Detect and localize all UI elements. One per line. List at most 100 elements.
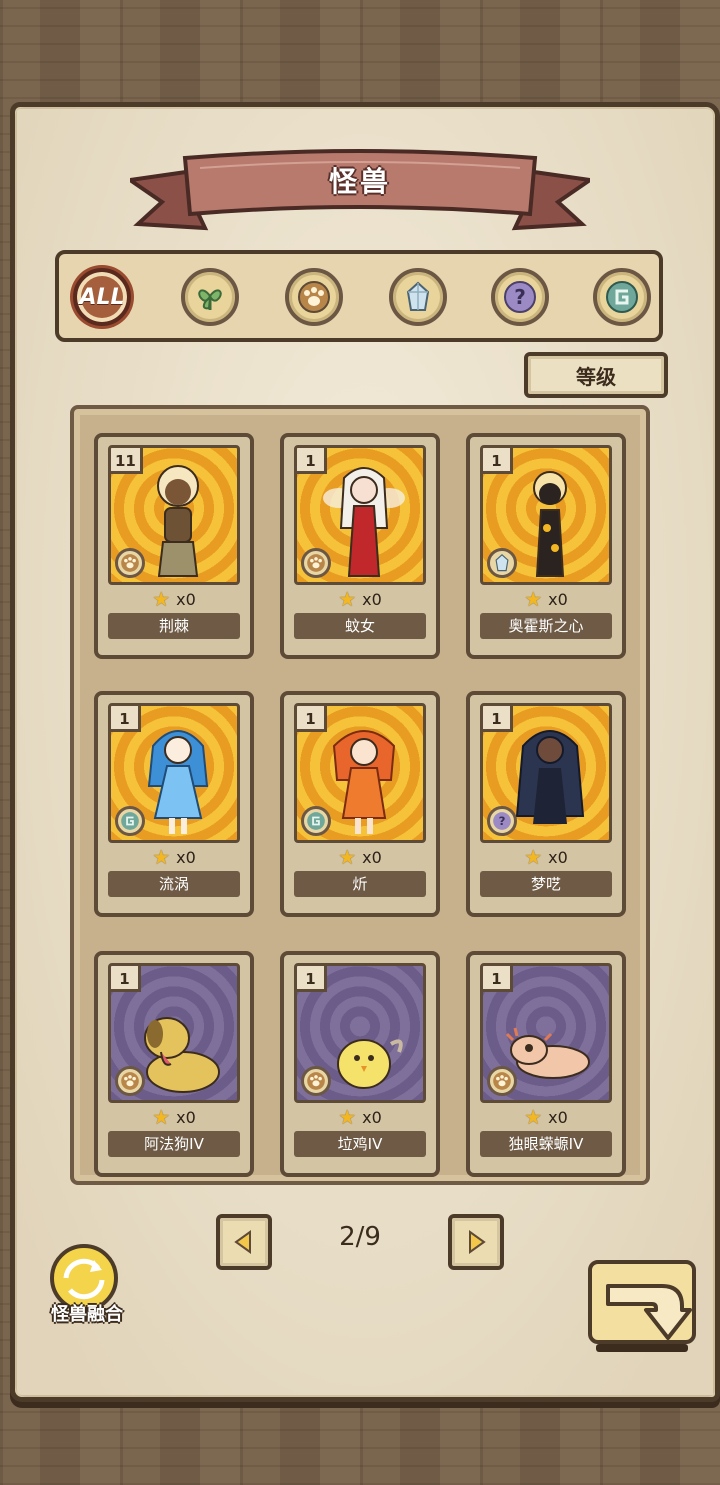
card-count-row: ★ x0 <box>470 587 622 611</box>
card-art: 11 <box>108 445 240 585</box>
fusion-label: 怪兽融合 <box>51 1304 123 1325</box>
monster-fusion-button[interactable]: 怪兽融合 <box>36 1240 132 1336</box>
triangle-left-icon <box>234 1230 251 1254</box>
card-count-row: ★ x0 <box>470 845 622 869</box>
card-art: 1 <box>294 963 426 1103</box>
card-name: 奥霍斯之心 <box>480 613 612 639</box>
card-type-badge <box>115 806 145 836</box>
swirl-icon <box>307 812 325 830</box>
return-arrow-icon <box>588 1260 696 1352</box>
card-count: x0 <box>362 1107 382 1127</box>
monster-portrait <box>157 465 199 577</box>
card-art: 1 <box>108 963 240 1103</box>
card-count-row: ★ x0 <box>470 1105 622 1129</box>
filter-bar: ALL ? <box>55 250 663 342</box>
card-count-row: ★ x0 <box>98 1105 250 1129</box>
monster-card[interactable]: 1 ★ x0 流涡 <box>94 691 254 917</box>
question-icon: ? <box>504 281 536 313</box>
card-type-badge <box>487 548 517 578</box>
card-count-row: ★ x0 <box>284 587 436 611</box>
monster-card[interactable]: 1 ? ★ x0 梦呓 <box>466 691 626 917</box>
monster-card[interactable]: 1 ★ x0 炘 <box>280 691 440 917</box>
page-title: 怪兽 <box>328 165 391 198</box>
card-level: 1 <box>483 448 513 474</box>
leaf-icon <box>198 289 222 310</box>
crystal-icon <box>495 553 509 572</box>
card-level: 1 <box>297 448 327 474</box>
card-level: 1 <box>111 706 141 732</box>
monster-portrait <box>147 730 209 834</box>
card-count: x0 <box>176 847 196 867</box>
star-icon: ★ <box>338 1105 357 1129</box>
card-count: x0 <box>362 589 382 609</box>
crystal-icon <box>406 281 430 311</box>
paw-icon <box>307 1072 325 1090</box>
filter-mystery-button[interactable]: ? <box>491 268 549 326</box>
filter-all-button[interactable]: ALL <box>73 268 131 326</box>
title-ribbon: 怪兽 <box>130 140 590 240</box>
card-count: x0 <box>176 1107 196 1127</box>
monster-card[interactable]: 1 ★ x0 阿法狗IV <box>94 951 254 1177</box>
card-name: 垃鸡IV <box>294 1131 426 1157</box>
card-art: 1 <box>108 703 240 843</box>
monster-card[interactable]: 1 ★ x0 垃鸡IV <box>280 951 440 1177</box>
monster-portrait <box>515 730 585 824</box>
card-level: 11 <box>111 448 143 474</box>
card-count-row: ★ x0 <box>284 845 436 869</box>
prev-page-button[interactable] <box>216 1214 272 1270</box>
card-type-badge <box>301 548 331 578</box>
svg-text:?: ? <box>499 814 506 828</box>
paw-icon <box>121 554 139 572</box>
card-type-badge <box>115 548 145 578</box>
monster-card[interactable]: 1 ★ x0 独眼蝾螈IV <box>466 951 626 1177</box>
star-icon: ★ <box>524 845 543 869</box>
sort-level-label: 等级 <box>576 364 616 389</box>
paw-icon <box>121 1072 139 1090</box>
card-name: 梦呓 <box>480 871 612 897</box>
card-name: 蚊女 <box>294 613 426 639</box>
page-indicator: 2/9 <box>339 1222 381 1252</box>
card-type-badge <box>301 806 331 836</box>
card-art: 1 <box>480 445 612 585</box>
next-page-button[interactable] <box>448 1214 504 1270</box>
card-type-badge <box>115 1066 145 1096</box>
card-level: 1 <box>111 966 141 992</box>
filter-crystal-button[interactable] <box>389 268 447 326</box>
star-icon: ★ <box>524 587 543 611</box>
monster-grid: 11 ★ x0 荆棘 1 ★ x0 蚊女 1 ★ x0 奥霍斯之心 1 ★ x0… <box>70 405 650 1185</box>
monster-portrait <box>533 471 567 577</box>
card-art: 1 <box>294 445 426 585</box>
card-level: 1 <box>483 706 513 732</box>
card-type-badge <box>487 1066 517 1096</box>
triangle-right-icon <box>469 1230 486 1254</box>
card-count-row: ★ x0 <box>284 1105 436 1129</box>
card-count-row: ★ x0 <box>98 845 250 869</box>
card-art: 1 <box>480 963 612 1103</box>
star-icon: ★ <box>338 587 357 611</box>
card-count: x0 <box>548 1107 568 1127</box>
monster-card[interactable]: 1 ★ x0 奥霍斯之心 <box>466 433 626 659</box>
monster-portrait <box>337 1039 403 1089</box>
monster-portrait <box>505 1027 590 1079</box>
swirl-icon <box>121 812 139 830</box>
star-icon: ★ <box>152 587 171 611</box>
question-icon: ? <box>493 812 511 830</box>
card-level: 1 <box>483 966 513 992</box>
star-icon: ★ <box>152 845 171 869</box>
monster-portrait <box>323 467 405 577</box>
monster-card[interactable]: 11 ★ x0 荆棘 <box>94 433 254 659</box>
card-name: 独眼蝾螈IV <box>480 1131 612 1157</box>
svg-text:?: ? <box>514 285 526 309</box>
card-count: x0 <box>548 589 568 609</box>
back-button[interactable] <box>586 1258 698 1358</box>
filter-water-button[interactable] <box>593 268 651 326</box>
filter-beast-button[interactable] <box>285 268 343 326</box>
filter-all-label: ALL <box>79 284 125 310</box>
sort-level-button[interactable]: 等级 <box>524 352 668 398</box>
monster-card[interactable]: 1 ★ x0 蚊女 <box>280 433 440 659</box>
card-name: 荆棘 <box>108 613 240 639</box>
card-count: x0 <box>548 847 568 867</box>
card-name: 阿法狗IV <box>108 1131 240 1157</box>
card-count: x0 <box>176 589 196 609</box>
filter-plant-button[interactable] <box>181 268 239 326</box>
